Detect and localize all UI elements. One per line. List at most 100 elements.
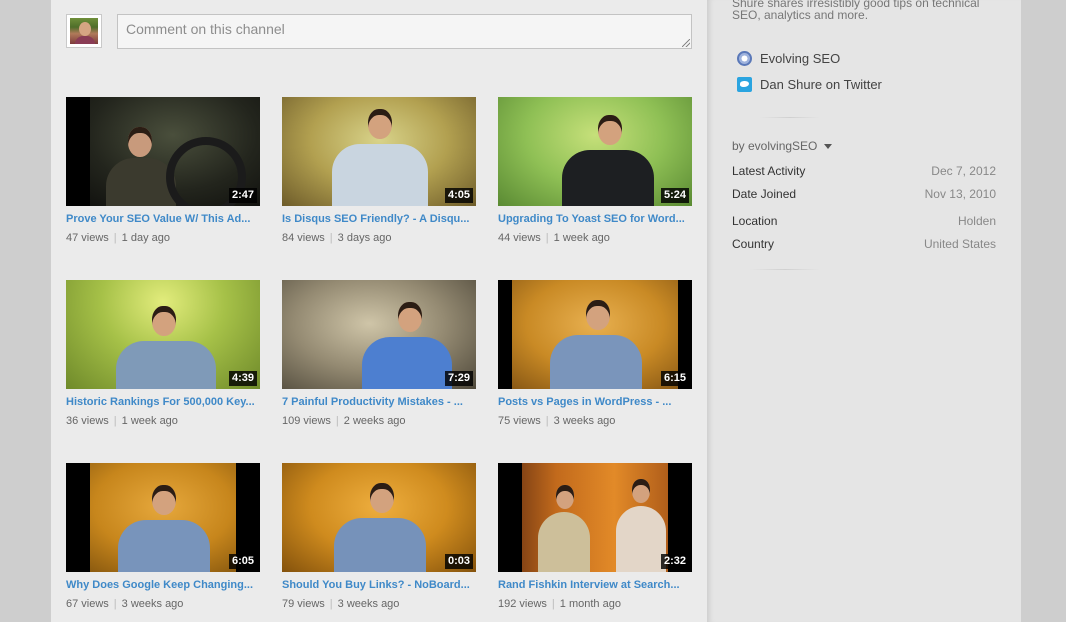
video-meta: 47 views | 1 day ago <box>66 232 260 245</box>
video-meta: 192 views | 1 month ago <box>498 598 692 611</box>
video-title-link[interactable]: Upgrading To Yoast SEO for Word... <box>498 212 692 226</box>
video-title-link[interactable]: Prove Your SEO Value W/ This Ad... <box>66 212 260 226</box>
video-meta: 75 views | 3 weeks ago <box>498 415 692 428</box>
video-thumbnail[interactable]: 6:15 <box>498 280 692 389</box>
video-thumbnail[interactable]: 6:05 <box>66 463 260 572</box>
video-item[interactable]: 4:39 Historic Rankings For 500,000 Key..… <box>66 280 260 428</box>
video-item[interactable]: 6:05 Why Does Google Keep Changing... 67… <box>66 463 260 611</box>
video-title-link[interactable]: 7 Painful Productivity Mistakes - ... <box>282 395 476 409</box>
info-key: Latest Activity <box>732 164 806 178</box>
info-value: Nov 13, 2010 <box>924 187 996 201</box>
video-title-link[interactable]: Should You Buy Links? - NoBoard... <box>282 578 476 592</box>
globe-icon <box>737 51 752 66</box>
video-item[interactable]: 5:24 Upgrading To Yoast SEO for Word... … <box>498 97 692 245</box>
meta-separator: | <box>329 232 333 244</box>
video-title-link[interactable]: Is Disqus SEO Friendly? - A Disqu... <box>282 212 476 226</box>
channel-comment-input[interactable] <box>117 14 692 49</box>
info-key: Country <box>732 237 775 251</box>
chevron-down-icon[interactable] <box>824 144 833 149</box>
video-views: 44 views <box>498 232 541 244</box>
video-duration: 4:39 <box>228 371 257 386</box>
video-thumbnail[interactable]: 4:05 <box>282 97 476 206</box>
avatar-image <box>70 18 98 44</box>
video-duration: 7:29 <box>444 371 473 386</box>
video-age: 1 week ago <box>121 415 178 427</box>
video-item[interactable]: 2:47 Prove Your SEO Value W/ This Ad... … <box>66 97 260 245</box>
video-thumbnail[interactable]: 0:03 <box>282 463 476 572</box>
meta-separator: | <box>113 232 117 244</box>
meta-separator: | <box>335 415 339 427</box>
meta-separator: | <box>551 598 555 610</box>
textarea-resize-handle[interactable] <box>682 39 690 47</box>
video-item[interactable]: 7:29 7 Painful Productivity Mistakes - .… <box>282 280 476 428</box>
channel-description: Shure shares irresistibly good tips on t… <box>732 0 980 22</box>
video-age: 3 weeks ago <box>121 598 184 610</box>
meta-separator: | <box>545 415 549 427</box>
twitter-icon <box>737 77 752 92</box>
info-row-date-joined: Date Joined Nov 13, 2010 <box>732 187 996 201</box>
info-row-latest-activity: Latest Activity Dec 7, 2012 <box>732 164 996 178</box>
info-value: Dec 7, 2012 <box>931 164 996 178</box>
video-age: 1 week ago <box>553 232 610 244</box>
video-views: 75 views <box>498 415 541 427</box>
info-row-location: Location Holden <box>732 214 996 228</box>
video-item[interactable]: 4:05 Is Disqus SEO Friendly? - A Disqu..… <box>282 97 476 245</box>
video-meta: 79 views | 3 weeks ago <box>282 598 476 611</box>
video-duration: 2:32 <box>660 554 689 569</box>
video-meta: 67 views | 3 weeks ago <box>66 598 260 611</box>
video-duration: 5:24 <box>660 188 689 203</box>
video-age: 3 weeks ago <box>337 598 400 610</box>
byline-text: by evolvingSEO <box>732 139 818 153</box>
video-title-link[interactable]: Historic Rankings For 500,000 Key... <box>66 395 260 409</box>
video-views: 84 views <box>282 232 325 244</box>
video-duration: 0:03 <box>444 554 473 569</box>
channel-page: 2:47 Prove Your SEO Value W/ This Ad... … <box>0 0 1066 622</box>
video-thumbnail[interactable]: 7:29 <box>282 280 476 389</box>
divider <box>760 117 820 118</box>
video-duration: 6:15 <box>660 371 689 386</box>
meta-separator: | <box>545 232 549 244</box>
video-item[interactable]: 0:03 Should You Buy Links? - NoBoard... … <box>282 463 476 611</box>
video-views: 47 views <box>66 232 109 244</box>
video-meta: 36 views | 1 week ago <box>66 415 260 428</box>
video-meta: 84 views | 3 days ago <box>282 232 476 245</box>
video-title-link[interactable]: Posts vs Pages in WordPress - ... <box>498 395 692 409</box>
video-thumbnail[interactable]: 2:47 <box>66 97 260 206</box>
video-title-link[interactable]: Rand Fishkin Interview at Search... <box>498 578 692 592</box>
channel-link-label[interactable]: Dan Shure on Twitter <box>760 77 882 92</box>
sidebar-column <box>707 0 1021 622</box>
video-duration: 2:47 <box>228 188 257 203</box>
channel-link-twitter[interactable]: Dan Shure on Twitter <box>737 77 882 92</box>
video-duration: 4:05 <box>444 188 473 203</box>
video-meta: 109 views | 2 weeks ago <box>282 415 476 428</box>
video-item[interactable]: 6:15 Posts vs Pages in WordPress - ... 7… <box>498 280 692 428</box>
video-thumbnail[interactable]: 2:32 <box>498 463 692 572</box>
video-title-link[interactable]: Why Does Google Keep Changing... <box>66 578 260 592</box>
divider <box>750 269 820 270</box>
meta-separator: | <box>113 598 117 610</box>
meta-separator: | <box>329 598 333 610</box>
video-duration: 6:05 <box>228 554 257 569</box>
video-thumbnail[interactable]: 4:39 <box>66 280 260 389</box>
info-row-country: Country United States <box>732 237 996 251</box>
channel-byline[interactable]: by evolvingSEO <box>732 139 833 153</box>
info-value: United States <box>923 237 996 251</box>
video-views: 67 views <box>66 598 109 610</box>
meta-separator: | <box>113 415 117 427</box>
info-value: Holden <box>957 214 996 228</box>
channel-link-website[interactable]: Evolving SEO <box>737 51 840 66</box>
video-age: 2 weeks ago <box>343 415 406 427</box>
video-thumbnail[interactable]: 5:24 <box>498 97 692 206</box>
video-item[interactable]: 2:32 Rand Fishkin Interview at Search...… <box>498 463 692 611</box>
user-avatar[interactable] <box>66 14 102 48</box>
video-age: 3 days ago <box>337 232 392 244</box>
video-age: 1 month ago <box>559 598 621 610</box>
video-age: 1 day ago <box>121 232 170 244</box>
video-age: 3 weeks ago <box>553 415 616 427</box>
video-views: 192 views <box>498 598 547 610</box>
channel-link-label[interactable]: Evolving SEO <box>760 51 840 66</box>
video-views: 36 views <box>66 415 109 427</box>
video-views: 109 views <box>282 415 331 427</box>
video-views: 79 views <box>282 598 325 610</box>
info-key: Location <box>732 214 778 228</box>
